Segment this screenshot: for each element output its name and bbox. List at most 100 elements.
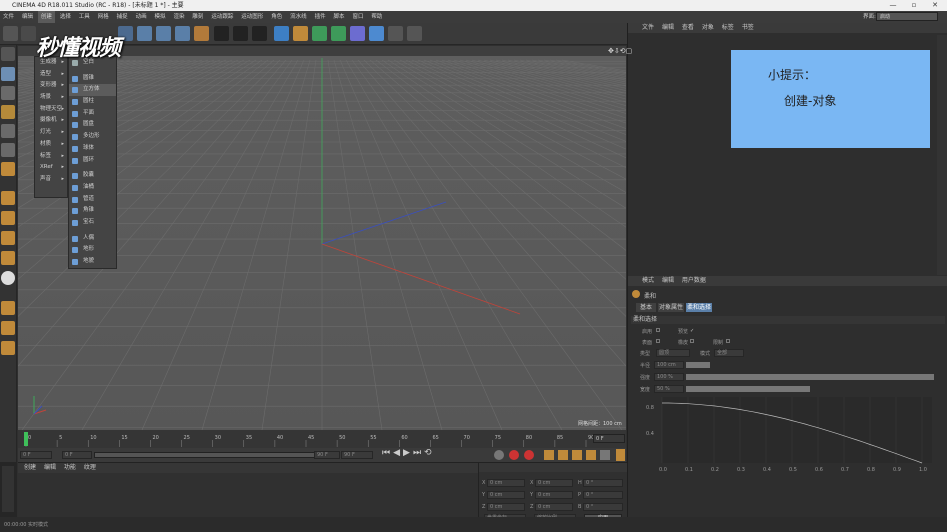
falloff-curve-graph[interactable]: 0.0 0.1 0.2 0.3 0.4 0.5 0.6 0.7 0.8 0.9 1.0 0.8 0.4 [642,395,942,475]
size-z-field[interactable]: 0 cm [535,503,573,511]
menu-item-light[interactable]: 灯光 ▸ [35,127,67,139]
minimize-button[interactable]: — [884,0,902,11]
menu-item-physical-sky[interactable]: 物理天空 ▸ [35,104,67,116]
timeline-window-icon[interactable] [616,449,625,461]
paint-icon[interactable] [1,341,15,355]
width-slider[interactable] [686,386,810,392]
rotation-p-field[interactable]: 0 ° [583,491,623,499]
min-frame-field[interactable]: 0 F [62,451,92,459]
max-frame-field[interactable]: 90 F [314,451,340,459]
am-menu-mode[interactable]: 模式 [642,277,654,284]
submenu-item-platonic[interactable]: 宝石 [69,217,116,229]
subdivision-icon[interactable] [312,26,327,41]
submenu-item-cube[interactable]: 立方体 [69,84,116,97]
light-icon[interactable] [407,26,422,41]
menu-select[interactable]: 选择 [57,11,74,23]
camera-icon[interactable] [388,26,403,41]
magnet-icon[interactable] [1,301,15,315]
material-menu-texture[interactable]: 纹理 [84,464,96,471]
position-z-field[interactable]: 0 cm [487,503,525,511]
axis-mode-icon[interactable] [1,191,15,205]
menu-pipeline[interactable]: 流水线 [287,11,310,23]
submenu-item-polygon[interactable]: 多边形 [69,131,116,143]
om-menu-bookmarks[interactable]: 书签 [742,24,754,31]
render-settings-icon[interactable] [252,26,267,41]
submenu-item-cone[interactable]: 圆锥 [69,73,116,85]
preview-checkbox[interactable]: ✓ [690,328,694,334]
menu-item-material[interactable]: 材质 ▸ [35,139,67,151]
material-menu-create[interactable]: 创建 [24,464,36,471]
render-picture-viewer-icon[interactable] [233,26,248,41]
preview-end-field[interactable]: 90 F [341,451,373,459]
om-menu-file[interactable]: 文件 [642,24,654,31]
y-axis-icon[interactable] [156,26,171,41]
am-menu-userdata[interactable]: 用户数据 [682,277,706,284]
make-editable-icon[interactable] [1,47,15,61]
submenu-item-plane[interactable]: 平面 [69,108,116,120]
menu-script[interactable]: 脚本 [331,11,348,23]
menu-item-tag[interactable]: 标签 ▸ [35,151,67,163]
rotation-b-field[interactable]: 0 ° [583,503,623,511]
material-menu-function[interactable]: 功能 [64,464,76,471]
radius-field[interactable]: 100 cm [654,361,684,369]
pla-key-icon[interactable] [600,450,610,460]
timeline-ruler[interactable]: 0 5 10 15 20 25 30 35 40 45 50 55 60 65 70 75 80 85 90 0 F [18,430,626,448]
tab-basic[interactable]: 基本 [636,303,656,312]
submenu-item-oil-tank[interactable]: 油桶 [69,182,116,194]
menu-edit[interactable]: 编辑 [19,11,36,23]
rotation-key-icon[interactable] [572,450,582,460]
radius-slider[interactable] [686,362,710,368]
tweak-mode-icon[interactable] [1,211,15,225]
scale-key-icon[interactable] [558,450,568,460]
undo-icon[interactable] [3,26,18,41]
menu-create[interactable]: 创建 [37,11,55,23]
submenu-item-tube[interactable]: 管道 [69,194,116,206]
om-menu-objects[interactable]: 对象 [702,24,714,31]
menu-plugins[interactable]: 插件 [312,11,329,23]
edges-mode-icon[interactable] [1,143,15,157]
menu-item-xref[interactable]: XRef ▸ [35,162,67,174]
locked-workplane-icon[interactable] [1,251,15,265]
submenu-item-disc[interactable]: 圆盘 [69,119,116,131]
model-mode-icon[interactable] [1,67,15,81]
menu-render[interactable]: 渲染 [170,11,187,23]
current-frame-field[interactable]: 0 F [20,451,52,459]
menu-mesh[interactable]: 网格 [95,11,112,23]
layer-icon[interactable] [1,321,15,335]
render-view-icon[interactable] [214,26,229,41]
strength-slider[interactable] [686,374,934,380]
menu-item-deformer[interactable]: 变形器 ▸ [35,80,67,92]
menu-item-sound[interactable]: 声音 ▸ [35,174,67,186]
mode-select[interactable]: 全部 [714,349,744,357]
position-key-icon[interactable] [544,450,554,460]
am-menu-edit[interactable]: 编辑 [662,277,674,284]
solo-icon[interactable] [1,271,15,285]
tab-soft-selection[interactable]: 柔和选择 [686,303,712,312]
menu-window[interactable]: 窗口 [349,11,366,23]
om-menu-edit[interactable]: 编辑 [662,24,674,31]
menu-item-camera[interactable]: 摄像机 ▸ [35,115,67,127]
menu-snap[interactable]: 捕捉 [114,11,131,23]
falloff-type-select[interactable]: 圆顶 [656,349,690,357]
close-button[interactable]: ✕ [926,0,944,11]
floor-icon[interactable] [369,26,384,41]
autokey-icon[interactable] [509,450,519,460]
rubber-checkbox[interactable] [690,339,694,343]
position-x-field[interactable]: 0 cm [487,479,525,487]
tab-object-properties[interactable]: 对象属性 [658,303,684,312]
submenu-item-cylinder[interactable]: 圆柱 [69,96,116,108]
points-mode-icon[interactable] [1,124,15,138]
position-y-field[interactable]: 0 cm [487,491,525,499]
frame-range-slider[interactable] [94,452,334,458]
pen-icon[interactable] [293,26,308,41]
material-menu-edit[interactable]: 编辑 [44,464,56,471]
submenu-item-landscape[interactable]: 地形 [69,244,116,256]
menu-character[interactable]: 角色 [268,11,285,23]
menu-tools[interactable]: 工具 [76,11,93,23]
workplane-icon[interactable] [1,105,15,119]
menu-mograph[interactable]: 运动图形 [238,11,266,23]
enable-checkbox[interactable] [656,328,660,332]
menu-help[interactable]: 帮助 [368,11,385,23]
x-axis-icon[interactable] [137,26,152,41]
snap-icon[interactable] [1,231,15,245]
